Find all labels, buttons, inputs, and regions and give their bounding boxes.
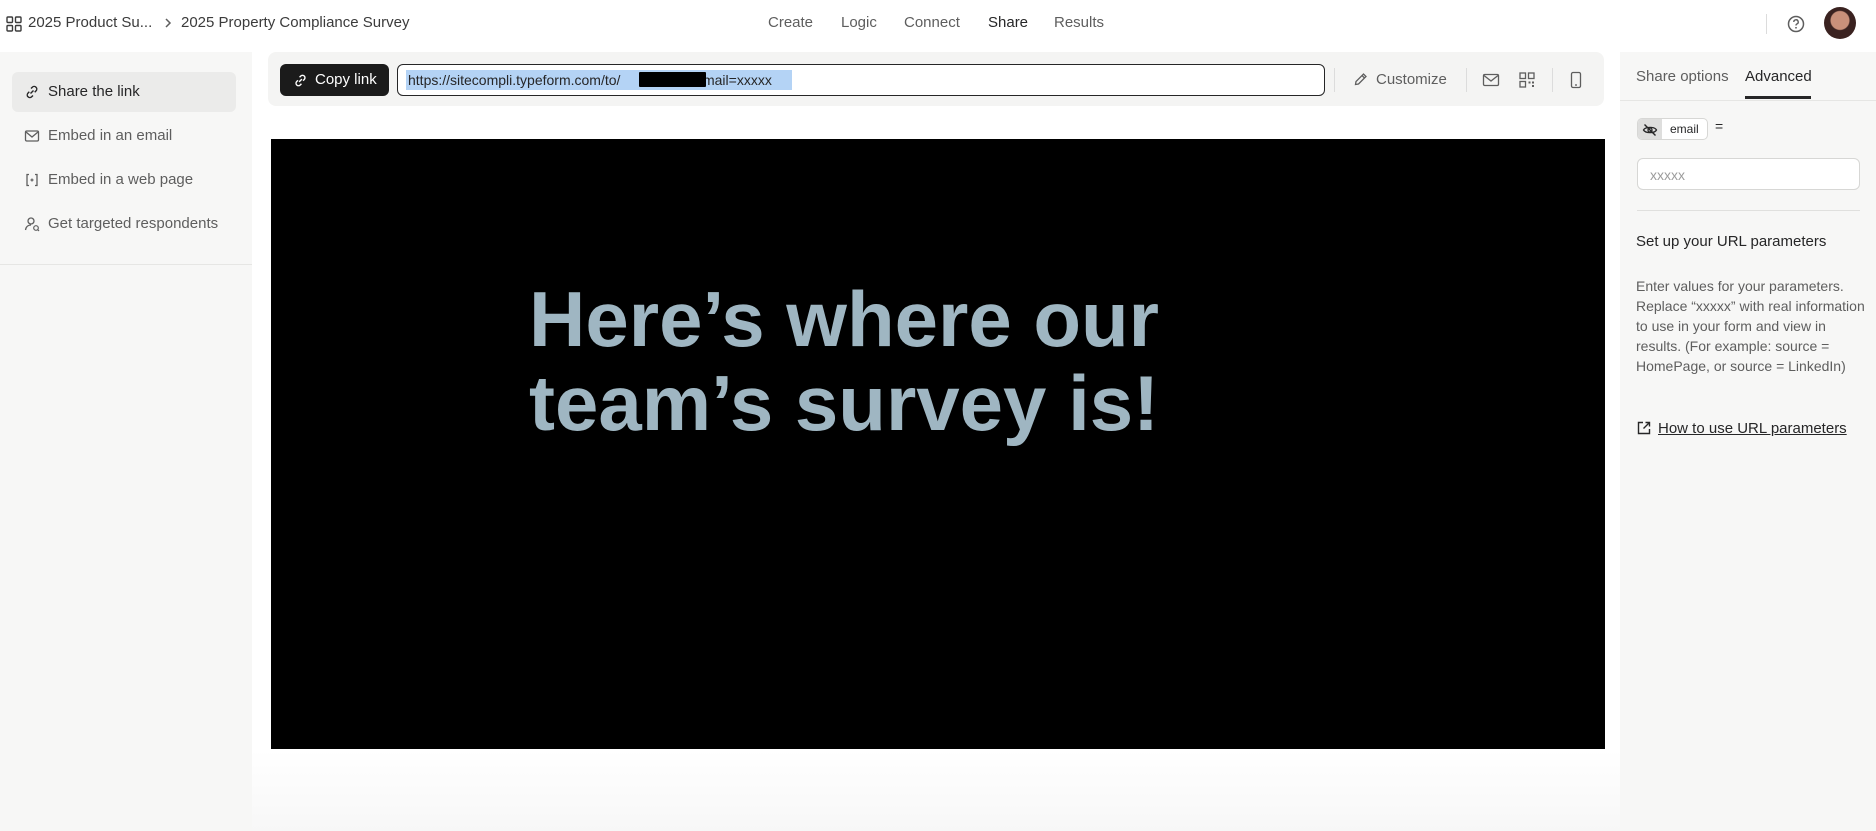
- url-parameters-heading: Set up your URL parameters: [1636, 233, 1827, 250]
- parameter-name: email: [1670, 122, 1699, 136]
- form-preview: Here’s where our team’s survey is!: [271, 139, 1605, 749]
- copy-link-label: Copy link: [315, 71, 377, 88]
- preview-heading: Here’s where our team’s survey is!: [529, 275, 1160, 447]
- top-bar: 2025 Product Su... 2025 Property Complia…: [0, 0, 1876, 48]
- nav-share[interactable]: Share: [988, 14, 1028, 31]
- customize-button[interactable]: Customize: [1376, 71, 1447, 88]
- tab-advanced[interactable]: Advanced: [1745, 68, 1812, 85]
- preview-footer: [252, 750, 1624, 831]
- url-parameters-help-link[interactable]: How to use URL parameters: [1658, 420, 1847, 437]
- mail-icon: [24, 130, 40, 142]
- tab-share-options[interactable]: Share options: [1636, 68, 1729, 85]
- divider: [0, 264, 252, 265]
- embed-code-icon: [26, 173, 38, 187]
- link-icon: [26, 85, 38, 99]
- nav-logic[interactable]: Logic: [841, 14, 877, 31]
- sidebar-item-embed-email[interactable]: Embed in an email: [12, 116, 236, 156]
- user-target-icon: [24, 217, 40, 232]
- divider: [1466, 68, 1467, 92]
- divider: [1334, 68, 1335, 92]
- url-parameters-description: Enter values for your parameters. Replac…: [1636, 278, 1865, 374]
- sidebar-item-share-link[interactable]: Share the link: [12, 72, 236, 112]
- sidebar-item-label: Get targeted respondents: [48, 215, 219, 232]
- sidebar-item-label: Share the link: [48, 83, 140, 100]
- hidden-eye-icon[interactable]: [1638, 119, 1662, 139]
- qr-code-icon[interactable]: [1518, 71, 1536, 89]
- sidebar-item-label: Embed in an email: [48, 127, 173, 144]
- sidebar-item-embed-web[interactable]: Embed in a web page: [12, 160, 236, 200]
- nav-results[interactable]: Results: [1054, 14, 1104, 31]
- apps-grid-icon[interactable]: [6, 16, 22, 32]
- url-parameter-chip[interactable]: email: [1637, 118, 1708, 140]
- avatar[interactable]: [1824, 7, 1856, 39]
- divider: [1766, 14, 1767, 34]
- active-tab-indicator: [1745, 96, 1811, 99]
- nav-create[interactable]: Create: [768, 14, 813, 31]
- parameter-value-input[interactable]: xxxxx: [1637, 158, 1860, 190]
- sidebar-item-label: Embed in a web page: [48, 171, 194, 188]
- divider: [1552, 68, 1553, 92]
- divider: [1637, 210, 1860, 211]
- share-url-text: https://sitecompli.typeform.com/to/#emai…: [408, 72, 772, 88]
- nav-connect[interactable]: Connect: [904, 14, 960, 31]
- external-link-icon: [1637, 421, 1651, 435]
- divider: [1620, 100, 1876, 101]
- pencil-icon[interactable]: [1353, 71, 1369, 87]
- breadcrumb-form[interactable]: 2025 Property Compliance Survey: [181, 14, 409, 31]
- mail-icon[interactable]: [1482, 71, 1500, 89]
- help-icon[interactable]: [1786, 14, 1806, 34]
- sidebar-item-targeted-respondents[interactable]: Get targeted respondents: [12, 204, 236, 244]
- parameter-placeholder: xxxxx: [1650, 167, 1685, 183]
- equals-sign: =: [1715, 118, 1724, 134]
- redacted-form-id: [639, 72, 706, 87]
- share-url-field[interactable]: https://sitecompli.typeform.com/to/#emai…: [397, 64, 1325, 96]
- mobile-icon[interactable]: [1567, 71, 1585, 89]
- link-icon: [295, 74, 306, 87]
- chevron-right-icon: [165, 18, 172, 28]
- breadcrumb-workspace[interactable]: 2025 Product Su...: [28, 14, 152, 31]
- copy-link-button[interactable]: Copy link: [280, 64, 389, 96]
